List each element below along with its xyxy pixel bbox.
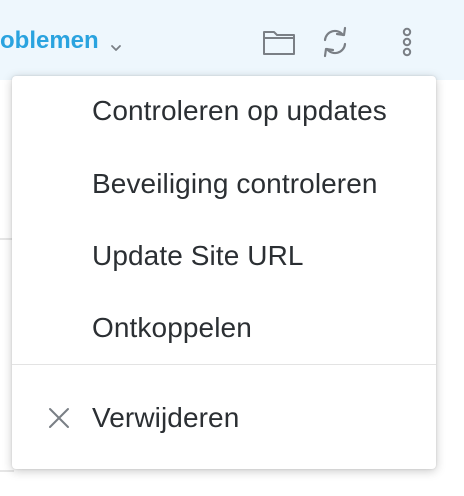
close-icon: [48, 407, 70, 429]
refresh-icon: [318, 25, 352, 59]
menu-item-label: Controleren op updates: [92, 95, 387, 126]
menu-divider: [12, 364, 436, 365]
menu-item-check-updates[interactable]: Controleren op updates: [12, 83, 436, 139]
menu-item-update-site-url[interactable]: Update Site URL: [12, 228, 436, 284]
menu-item-label: Update Site URL: [92, 240, 304, 271]
refresh-button[interactable]: [318, 25, 352, 59]
site-status-dropdown[interactable]: oblemen: [0, 27, 123, 55]
more-options-button[interactable]: [390, 25, 424, 59]
menu-item-remove[interactable]: Verwijderen: [12, 390, 436, 446]
folder-button[interactable]: [262, 25, 296, 59]
menu-item-check-security[interactable]: Beveiliging controleren: [12, 156, 436, 212]
actions-menu: Controleren op updates Beveiliging contr…: [12, 76, 436, 469]
divider: [0, 470, 14, 472]
menu-item-disconnect[interactable]: Ontkoppelen: [12, 300, 436, 356]
menu-item-label: Verwijderen: [92, 402, 240, 433]
more-vertical-icon: [401, 27, 413, 57]
folder-icon: [262, 28, 296, 56]
chevron-down-icon: [109, 34, 123, 51]
menu-item-label: Ontkoppelen: [92, 312, 252, 343]
site-status-label: oblemen: [0, 27, 99, 54]
menu-item-label: Beveiliging controleren: [92, 168, 378, 199]
site-header: oblemen: [0, 0, 464, 80]
